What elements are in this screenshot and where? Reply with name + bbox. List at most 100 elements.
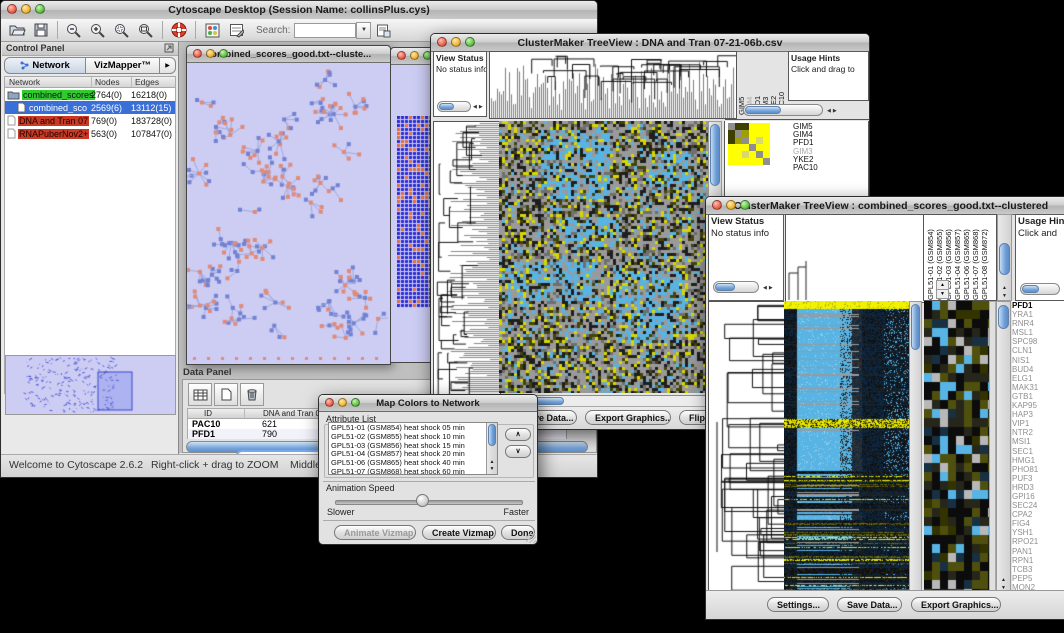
gene-label: YSH1 xyxy=(1012,528,1064,537)
dialog-titlebar[interactable]: Map Colors to Network xyxy=(319,395,537,412)
col-nodes[interactable]: Nodes xyxy=(91,77,120,87)
network-row-rnapuber[interactable]: RNAPuberNov2+ 563(0) 107847(0) xyxy=(5,127,175,140)
create-vizmap-button[interactable]: Create Vizmap xyxy=(422,525,496,540)
attribute-list-scrollbar[interactable]: ▲ ▼ xyxy=(486,423,497,474)
close-button[interactable] xyxy=(397,51,406,60)
save-data-button[interactable]: Save Data... xyxy=(837,597,902,612)
search-input[interactable] xyxy=(294,23,356,38)
zoom-button[interactable] xyxy=(219,49,228,58)
tv2-gene-vscrollbar[interactable]: ▲ ▼ xyxy=(996,301,1011,593)
tab-network[interactable]: Network xyxy=(4,57,86,74)
col-id[interactable]: ID xyxy=(204,409,212,418)
tv2-heatmap-vscrollbar[interactable] xyxy=(909,301,922,593)
move-down-button[interactable]: ∨ xyxy=(505,445,531,458)
minimize-button[interactable] xyxy=(410,51,419,60)
tv2-column-dendrogram-canvas[interactable] xyxy=(785,214,925,303)
animation-speed-slider-track[interactable] xyxy=(335,500,523,505)
close-button[interactable] xyxy=(712,200,722,210)
scroll-down-icon[interactable]: ▼ xyxy=(487,466,497,473)
tv2-row-dendrogram-canvas[interactable] xyxy=(708,301,786,595)
zoom-out-icon[interactable] xyxy=(62,20,86,40)
birdseye-view-canvas[interactable] xyxy=(5,355,176,415)
col-network[interactable]: Network xyxy=(9,77,40,87)
usage-hints-scrollbar[interactable] xyxy=(1020,283,1060,295)
tv1-mini-heatmap[interactable] xyxy=(728,123,770,165)
tv1-row-dendrogram-canvas[interactable] xyxy=(433,121,501,395)
minimize-button[interactable] xyxy=(451,37,461,47)
col-edges[interactable]: Edges xyxy=(131,77,159,87)
zoom-button[interactable] xyxy=(35,4,45,14)
tv1-column-dendrogram-canvas[interactable] xyxy=(489,51,737,119)
annotation-icon[interactable] xyxy=(224,20,248,40)
export-graphics-button[interactable]: Export Graphics... xyxy=(585,410,671,425)
zoom-button[interactable] xyxy=(740,200,750,210)
minimize-button[interactable] xyxy=(726,200,736,210)
close-button[interactable] xyxy=(437,37,447,47)
scroll-arrows-icon[interactable]: ◀▶ xyxy=(763,285,775,291)
network-name: combined_sco xyxy=(28,103,88,113)
scroll-down-icon[interactable]: ▼ xyxy=(998,293,1011,300)
minimize-button[interactable] xyxy=(21,4,31,14)
tv1-view-status-panel: View Status No status info f ◀▶ xyxy=(433,51,487,117)
animation-speed-slider-thumb[interactable] xyxy=(416,494,429,507)
settings-button[interactable]: Settings... xyxy=(767,597,829,612)
network-view-canvas[interactable] xyxy=(187,63,388,363)
close-button[interactable] xyxy=(193,49,202,58)
close-button[interactable] xyxy=(7,4,17,14)
save-icon[interactable] xyxy=(29,20,53,40)
zoom-button[interactable] xyxy=(351,398,360,407)
export-graphics-button[interactable]: Export Graphics... xyxy=(911,597,1001,612)
tv1-global-scrollbar[interactable] xyxy=(743,104,823,116)
zoom-button[interactable] xyxy=(465,37,475,47)
tv1-titlebar[interactable]: ClusterMaker TreeView : DNA and Tran 07-… xyxy=(431,34,869,52)
network-row-dna-tran[interactable]: DNA and Tran 07 769(0) 183728(0) xyxy=(5,114,175,127)
tv2-heatmap-canvas[interactable] xyxy=(784,301,909,593)
attribute-list[interactable]: GPL51-01 (GSM854) heat shock 05 minGPL51… xyxy=(328,422,498,475)
network-grid-canvas[interactable] xyxy=(397,116,433,308)
scroll-arrows-icon[interactable]: ◀▶ xyxy=(473,104,485,110)
matrix-cell xyxy=(749,144,756,151)
create-network-icon[interactable] xyxy=(200,20,224,40)
animate-vizmap-button[interactable]: Animate Vizmap xyxy=(334,525,416,540)
view-status-title: View Status xyxy=(709,215,783,227)
attribute-table-icon[interactable] xyxy=(188,383,212,406)
tv2-gene-list[interactable]: PFD1YRA1RNR4MSL1SPC98CLN1NIS1BUD4ELG1MAK… xyxy=(1012,301,1064,593)
new-attribute-icon[interactable] xyxy=(214,383,238,406)
search-config-icon[interactable] xyxy=(371,20,395,40)
zoom-fit-icon[interactable] xyxy=(134,20,158,40)
tab-vizmapper[interactable]: VizMapper™ xyxy=(86,57,160,74)
scroll-up-icon[interactable]: ▲ xyxy=(998,285,1011,292)
matrix-cell xyxy=(763,137,770,144)
minimize-button[interactable] xyxy=(206,49,215,58)
matrix-cell xyxy=(756,130,763,137)
scroll-up-icon[interactable]: ▲ xyxy=(487,459,497,466)
resize-grip[interactable] xyxy=(526,533,536,543)
close-button[interactable] xyxy=(325,398,334,407)
zoom-in-icon[interactable] xyxy=(86,20,110,40)
toolbar-separator xyxy=(195,21,196,39)
matrix-cell xyxy=(763,130,770,137)
tv2-zoom-heatmap-canvas[interactable] xyxy=(924,301,989,593)
tv2-titlebar[interactable]: ClusterMaker TreeView : combined_scores_… xyxy=(706,197,1064,215)
view-status-scrollbar[interactable] xyxy=(437,101,471,112)
scroll-up-icon[interactable]: ▲ xyxy=(997,577,1010,584)
scroll-down-icon[interactable]: ▼ xyxy=(936,289,949,299)
delete-attribute-trash-icon[interactable] xyxy=(240,383,264,406)
zoom-selected-icon[interactable] xyxy=(110,20,134,40)
network-row-selected[interactable]: combined_sco 2569(6) 13112(15) xyxy=(5,101,175,114)
network-row-combined-scores[interactable]: combined_scores 2764(0) 16218(0) xyxy=(5,88,175,101)
main-titlebar[interactable]: Cytoscape Desktop (Session Name: collins… xyxy=(1,1,597,20)
tv2-usage-hints-panel: Usage Hints Click and xyxy=(1015,214,1064,301)
scroll-arrows-icon[interactable]: ◀▶ xyxy=(827,108,839,114)
network-window-titlebar[interactable]: combined_scores_good.txt--cluste... xyxy=(187,46,390,63)
view-status-scrollbar[interactable] xyxy=(713,281,759,293)
minimize-button[interactable] xyxy=(338,398,347,407)
tv1-heatmap-canvas[interactable] xyxy=(499,121,708,393)
open-file-icon[interactable] xyxy=(5,20,29,40)
move-up-button[interactable]: ∧ xyxy=(505,428,531,441)
search-dropdown-arrow-icon[interactable]: ▼ xyxy=(356,22,371,39)
float-panel-icon[interactable] xyxy=(164,43,174,57)
tv2-label-vscrollbar[interactable]: ▲ ▼ xyxy=(997,214,1012,301)
tab-overflow-button[interactable]: ▶ xyxy=(160,57,176,74)
help-lifebuoy-icon[interactable] xyxy=(167,20,191,40)
